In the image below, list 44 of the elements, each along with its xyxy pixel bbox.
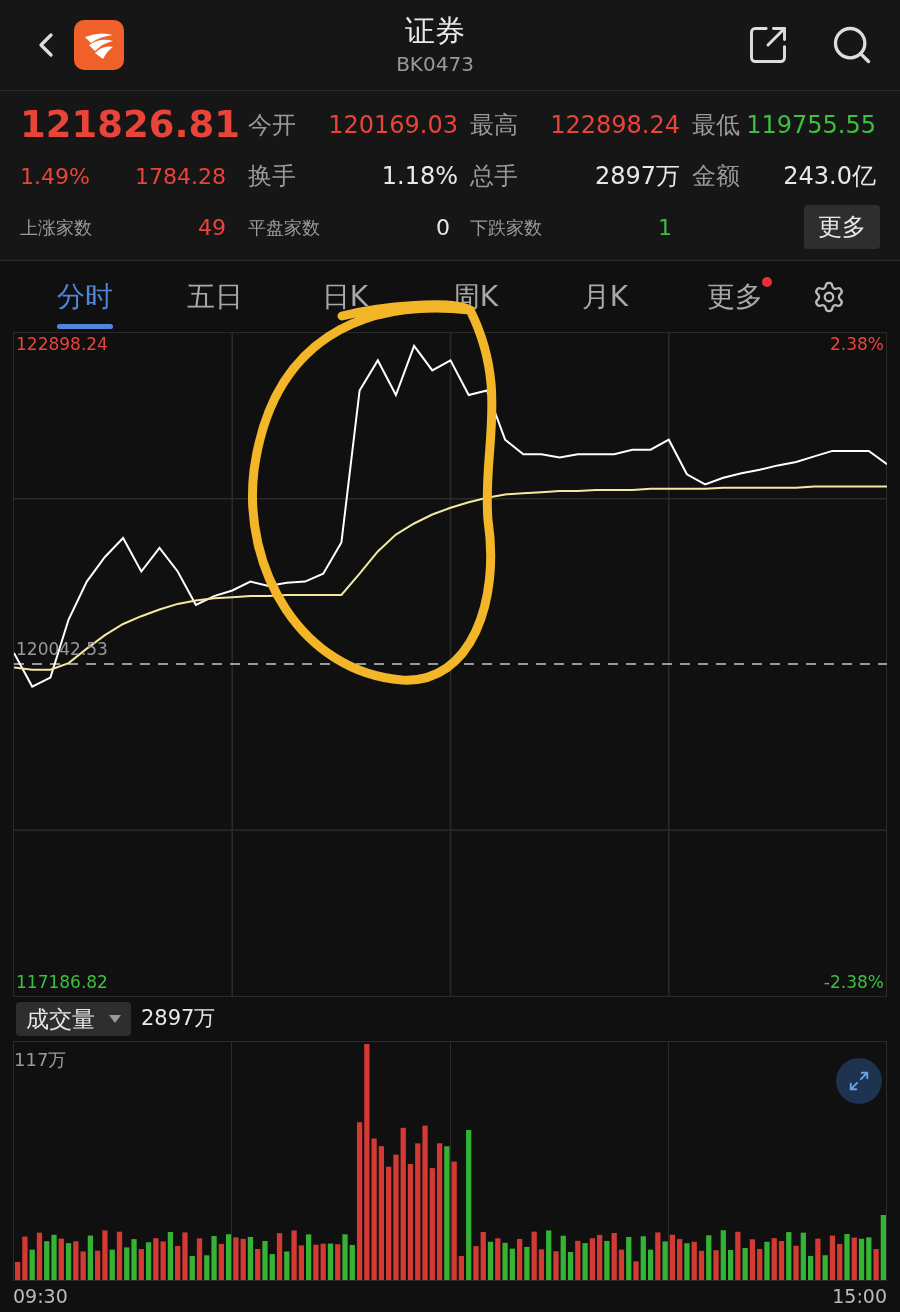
stat-value: 49 — [198, 213, 226, 242]
axis-max-label: 122898.24 — [16, 335, 108, 353]
pct-min-label: -2.38% — [823, 973, 884, 991]
stat-label: 总手 — [470, 161, 518, 192]
expand-icon — [848, 1070, 870, 1092]
stat-value: 119755.55 — [746, 110, 876, 141]
more-button[interactable]: 更多 — [804, 205, 880, 249]
stat-value: 0 — [436, 213, 450, 242]
time-label: 09:30 — [13, 1283, 68, 1309]
change-amount: 1784.28 — [135, 162, 226, 191]
stat-label: 下跌家数 — [470, 215, 542, 240]
stat-label: 平盘家数 — [248, 215, 320, 240]
period-tab[interactable]: 更多 — [670, 260, 800, 333]
current-price: 121826.81 — [20, 102, 240, 149]
page-title: 证券 — [405, 12, 465, 50]
pct-max-label: 2.38% — [830, 335, 884, 353]
stat-value: 120169.03 — [328, 110, 458, 141]
dropdown-caret-icon — [109, 1015, 121, 1023]
indicator-dropdown[interactable]: 成交量 — [16, 1002, 131, 1036]
stat-label: 上涨家数 — [20, 215, 92, 240]
index-code: BK0473 — [396, 51, 474, 78]
stat-value: 122898.24 — [550, 110, 680, 141]
period-tab[interactable]: 五日 — [150, 260, 280, 333]
period-tab[interactable]: 日K — [280, 260, 410, 333]
stat-label: 最低 — [692, 110, 740, 141]
volume-total: 2897万 — [141, 1005, 216, 1033]
stat-value: 1.18% — [381, 161, 458, 192]
stat-value: 2897万 — [594, 161, 680, 192]
stat-label: 金额 — [692, 161, 740, 192]
expand-button[interactable] — [836, 1058, 882, 1104]
stat-label: 最高 — [470, 110, 518, 141]
period-tab[interactable]: 分时 — [20, 260, 150, 333]
stat-label: 换手 — [248, 161, 296, 192]
period-tab[interactable]: 月K — [540, 260, 670, 333]
axis-min-label: 117186.82 — [16, 973, 108, 991]
stat-value: 243.0亿 — [783, 161, 876, 192]
time-label: 15:00 — [832, 1283, 887, 1309]
settings-icon[interactable] — [812, 279, 846, 314]
tab-underline — [57, 323, 113, 329]
change-percent: 1.49% — [20, 162, 90, 191]
stat-label: 今开 — [248, 110, 296, 141]
volume-max-label: 117万 — [14, 1048, 67, 1072]
stat-value: 1 — [658, 213, 672, 242]
app-logo-icon[interactable] — [74, 20, 124, 70]
